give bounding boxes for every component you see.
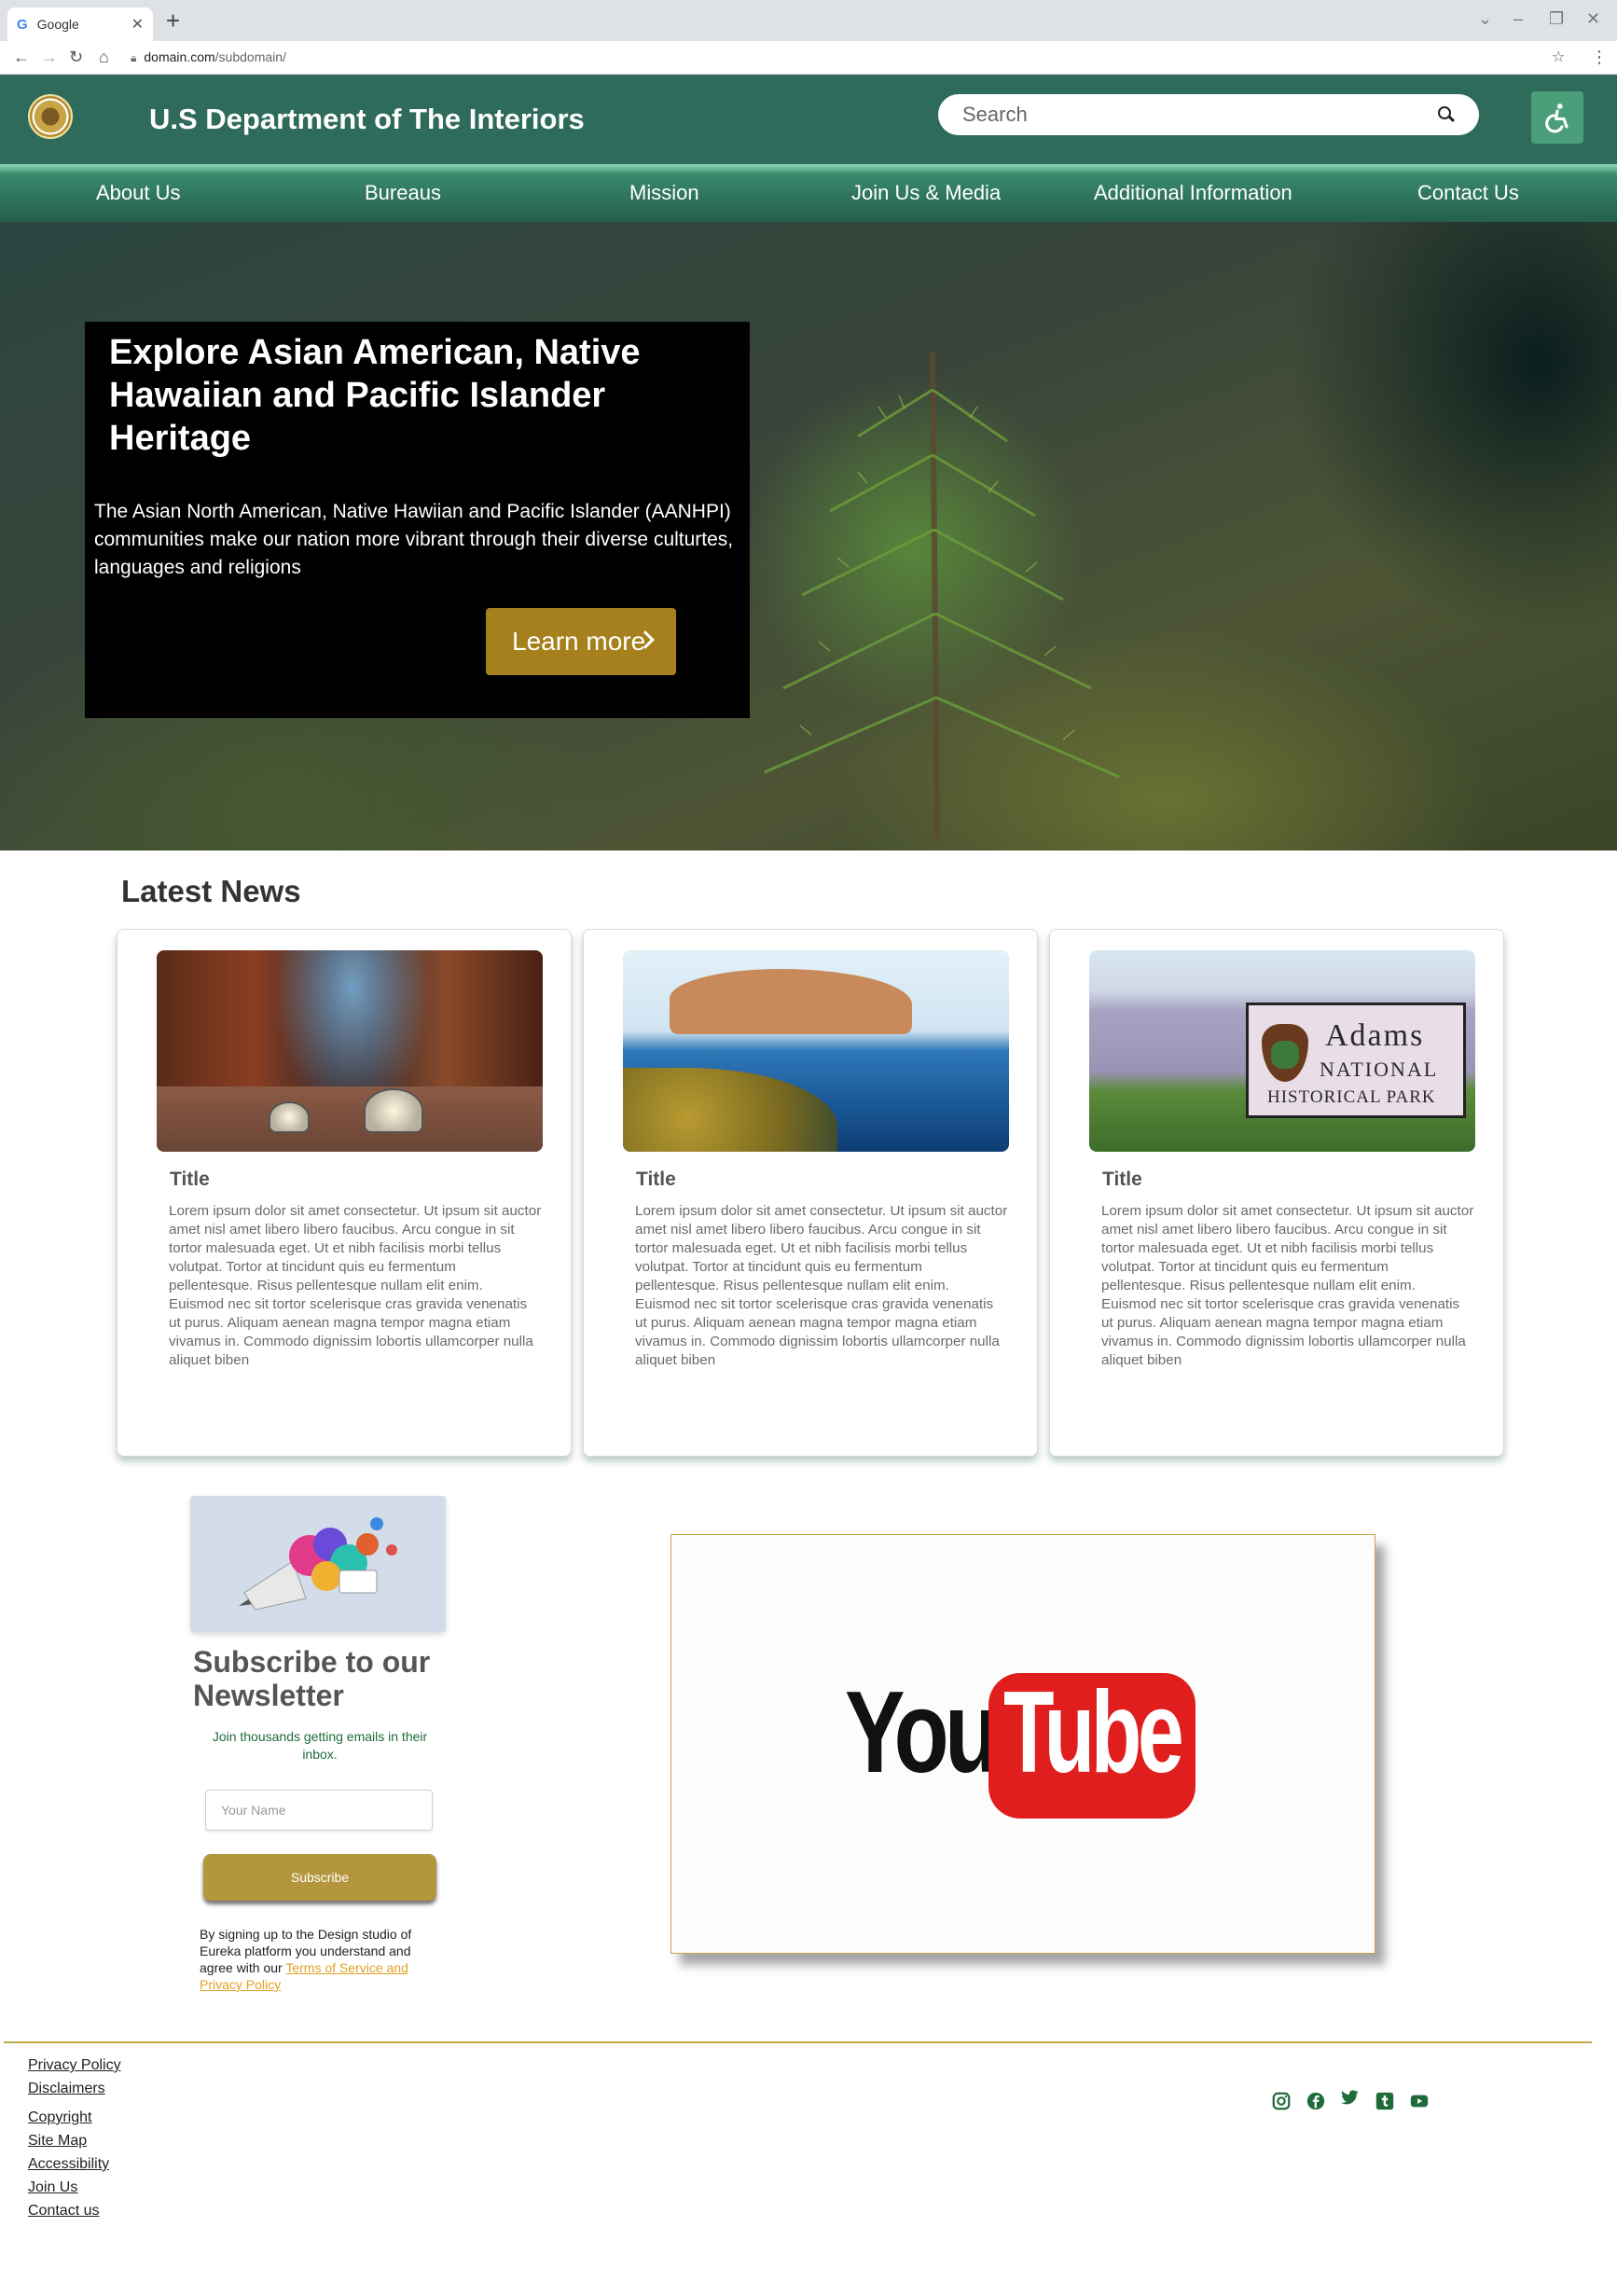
reload-icon[interactable]: ↻	[69, 48, 83, 67]
hero-banner: Explore Asian American, Native Hawaiian …	[0, 222, 1617, 851]
subscribe-button[interactable]: Subscribe	[203, 1854, 436, 1901]
hero-title: Explore Asian American, Native Hawaiian …	[109, 333, 641, 458]
footer-divider	[4, 2041, 1592, 2043]
megaphone-icon	[239, 1517, 397, 1611]
footer-link-disclaimers[interactable]: Disclaimers	[28, 2081, 105, 2097]
newsletter-title: Subscribe to our Newsletter	[193, 1645, 431, 1712]
news-card[interactable]: Title Lorem ipsum dolor sit amet consect…	[117, 929, 572, 1457]
close-window-icon[interactable]: ✕	[1586, 9, 1600, 29]
news-card[interactable]: Adams NATIONAL HISTORICAL PARK Title Lor…	[1049, 929, 1504, 1457]
back-icon[interactable]: ←	[13, 48, 30, 67]
accessibility-button[interactable]	[1531, 91, 1583, 144]
card-title: Title	[1102, 1169, 1142, 1190]
tent-shape	[364, 1088, 423, 1133]
hero-callout: Explore Asian American, Native Hawaiian …	[85, 322, 750, 718]
newsletter-legal-text: By signing up to the Design studio of Eu…	[200, 1926, 438, 1993]
site-title[interactable]: U.S Department of The Interiors	[149, 103, 585, 136]
footer-link-accessibility[interactable]: Accessibility	[28, 2156, 109, 2173]
bookmark-star-icon[interactable]: ☆	[1552, 48, 1565, 66]
home-icon[interactable]: ⌂	[99, 48, 109, 67]
address-bar: ← → ↻ ⌂ 🔒︎ domain.com/subdomain/ ☆ ⋮	[0, 41, 1617, 75]
park-sign-line: Adams	[1325, 1018, 1425, 1053]
newsletter-subtitle: Join thousands getting emails in their i…	[212, 1729, 428, 1762]
search-bar	[938, 94, 1479, 135]
facebook-icon[interactable]	[1306, 2091, 1326, 2111]
coral-reef-shape	[623, 1068, 837, 1152]
name-input[interactable]	[205, 1790, 433, 1831]
footer-link-contact-us[interactable]: Contact us	[28, 2203, 99, 2220]
youtube-icon[interactable]	[1409, 2091, 1430, 2111]
twitter-icon[interactable]	[1339, 2087, 1360, 2108]
pine-tree-image	[764, 353, 1120, 837]
card-title: Title	[636, 1169, 676, 1190]
restore-icon[interactable]: ❐	[1549, 9, 1564, 29]
browser-tab[interactable]: G Google ✕	[7, 7, 153, 41]
youtube-video-embed[interactable]: You Tube	[670, 1534, 1375, 1954]
lock-icon: 🔒︎	[131, 51, 137, 64]
park-sign-line: NATIONAL	[1320, 1058, 1439, 1081]
footer-link-copyright[interactable]: Copyright	[28, 2109, 91, 2126]
park-sign-line: HISTORICAL PARK	[1267, 1087, 1436, 1107]
historical-park-image: Adams NATIONAL HISTORICAL PARK	[1089, 950, 1475, 1152]
footer-link-privacy-policy[interactable]: Privacy Policy	[28, 2057, 121, 2074]
nps-arrowhead-icon	[1262, 1024, 1308, 1082]
tumblr-icon[interactable]	[1375, 2091, 1395, 2111]
youtube-logo-you: You	[845, 1668, 1000, 1797]
learn-more-label: Learn more	[512, 627, 646, 656]
ocean-reef-image	[623, 950, 1009, 1152]
hero-description: The Asian North American, Native Hawiian…	[94, 501, 734, 578]
tab-search-icon[interactable]: ⌄	[1478, 9, 1492, 29]
latest-news-heading: Latest News	[121, 874, 301, 908]
island-rock-shape	[670, 969, 912, 1034]
tent-shape	[269, 1101, 310, 1133]
url-field[interactable]: 🔒︎ domain.com/subdomain/	[131, 49, 286, 65]
nav-item-bureaus[interactable]: Bureaus	[365, 181, 441, 205]
google-favicon-icon: G	[17, 16, 28, 33]
tab-title: Google	[36, 17, 79, 32]
close-tab-icon[interactable]: ✕	[131, 15, 144, 34]
megaphone-illustration	[190, 1496, 446, 1632]
canyon-camping-image	[157, 950, 543, 1152]
main-nav: About Us Bureaus Mission Join Us & Media…	[0, 164, 1617, 222]
card-title: Title	[170, 1169, 210, 1190]
search-icon[interactable]	[1438, 106, 1455, 123]
nav-item-contact-us[interactable]: Contact Us	[1417, 181, 1519, 205]
wheelchair-icon	[1545, 104, 1569, 133]
minimize-icon[interactable]: –	[1513, 9, 1523, 29]
youtube-logo-tube: Tube	[1003, 1668, 1184, 1797]
new-tab-icon[interactable]: +	[166, 7, 180, 34]
site-header: U.S Department of The Interiors	[0, 75, 1617, 164]
card-text: Lorem ipsum dolor sit amet consectetur. …	[1101, 1203, 1474, 1368]
department-seal-logo[interactable]	[28, 94, 73, 139]
footer-link-site-map[interactable]: Site Map	[28, 2133, 87, 2150]
news-card[interactable]: Title Lorem ipsum dolor sit amet consect…	[583, 929, 1038, 1457]
park-sign: Adams NATIONAL HISTORICAL PARK	[1246, 1003, 1466, 1118]
nav-item-join-us-media[interactable]: Join Us & Media	[851, 181, 1001, 205]
search-input[interactable]	[962, 103, 1438, 127]
footer-link-join-us[interactable]: Join Us	[28, 2179, 77, 2196]
forward-icon[interactable]: →	[41, 48, 58, 67]
url-host: domain.com	[144, 49, 215, 64]
browser-menu-icon[interactable]: ⋮	[1591, 48, 1608, 67]
url-path: /subdomain/	[214, 49, 286, 64]
nav-item-about-us[interactable]: About Us	[96, 181, 181, 205]
instagram-icon[interactable]	[1271, 2091, 1292, 2111]
browser-tab-bar: G Google ✕ + ⌄ – ❐ ✕	[0, 0, 1617, 41]
nav-item-mission[interactable]: Mission	[629, 181, 699, 205]
card-text: Lorem ipsum dolor sit amet consectetur. …	[169, 1203, 542, 1368]
learn-more-button[interactable]: Learn more	[486, 608, 676, 675]
nav-item-additional-information[interactable]: Additional Information	[1094, 181, 1292, 205]
card-text: Lorem ipsum dolor sit amet consectetur. …	[635, 1203, 1008, 1368]
